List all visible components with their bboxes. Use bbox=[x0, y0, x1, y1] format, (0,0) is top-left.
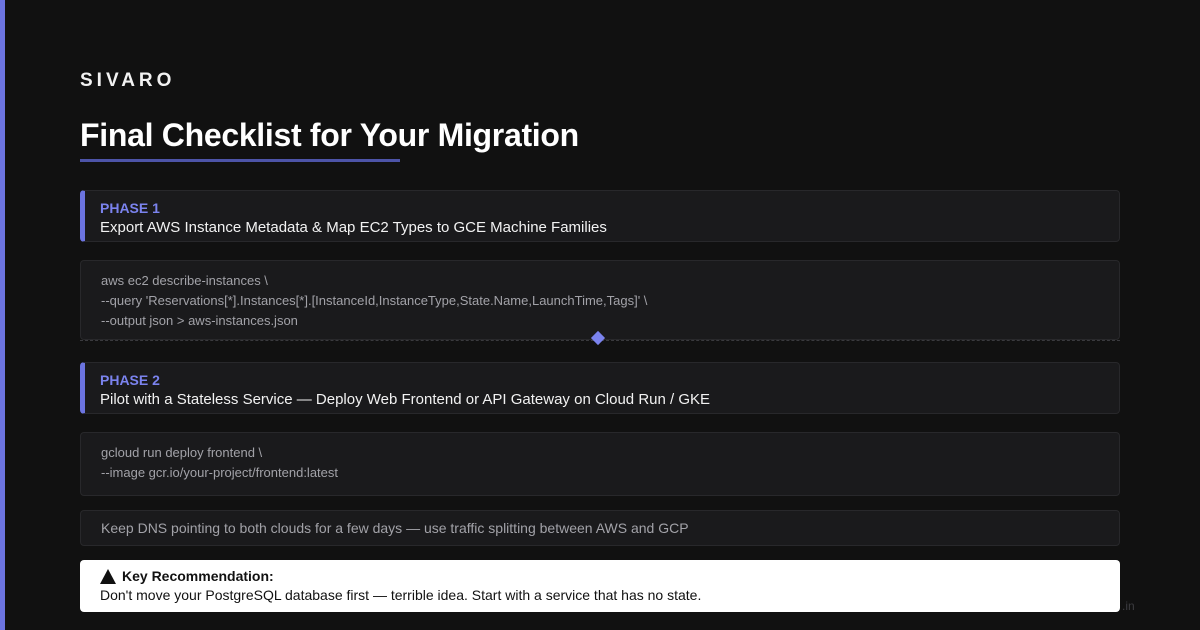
phase-2-text: Pilot with a Stateless Service — Deploy … bbox=[100, 391, 711, 408]
phase-1-label: PHASE 1 bbox=[100, 200, 160, 216]
phase-1-card: PHASE 1 Export AWS Instance Metadata & M… bbox=[80, 190, 1120, 242]
phase-1-code-block: aws ec2 describe-instances \ --query 'Re… bbox=[80, 260, 1120, 340]
code-line: aws ec2 describe-instances \ bbox=[101, 273, 268, 288]
phase-2-code-block: gcloud run deploy frontend \ --image gcr… bbox=[80, 432, 1120, 496]
title-underline bbox=[80, 159, 400, 162]
key-recommendation-box: Key Recommendation: Don't move your Post… bbox=[80, 560, 1120, 612]
page-title: Final Checklist for Your Migration bbox=[80, 117, 579, 153]
recommendation-heading-row: Key Recommendation: bbox=[100, 567, 1120, 585]
code-line: --image gcr.io/your-project/frontend:lat… bbox=[101, 465, 338, 480]
code-line: --query 'Reservations[*].Instances[*].[I… bbox=[101, 293, 648, 308]
watermark-text: .in bbox=[1122, 599, 1135, 613]
code-line: gcloud run deploy frontend \ bbox=[101, 445, 263, 460]
brand-logo: SIVARO bbox=[80, 70, 176, 91]
code-line: --output json > aws-instances.json bbox=[101, 313, 298, 328]
recommendation-body: Don't move your PostgreSQL database firs… bbox=[100, 587, 702, 603]
warning-icon bbox=[100, 568, 116, 584]
dns-note-text: Keep DNS pointing to both clouds for a f… bbox=[101, 520, 689, 536]
left-accent-bar bbox=[0, 0, 5, 630]
recommendation-heading: Key Recommendation: bbox=[122, 568, 274, 584]
phase-1-text: Export AWS Instance Metadata & Map EC2 T… bbox=[100, 219, 607, 236]
phase-2-card: PHASE 2 Pilot with a Stateless Service —… bbox=[80, 362, 1120, 414]
dns-note: Keep DNS pointing to both clouds for a f… bbox=[80, 510, 1120, 546]
phase-2-label: PHASE 2 bbox=[100, 372, 160, 388]
